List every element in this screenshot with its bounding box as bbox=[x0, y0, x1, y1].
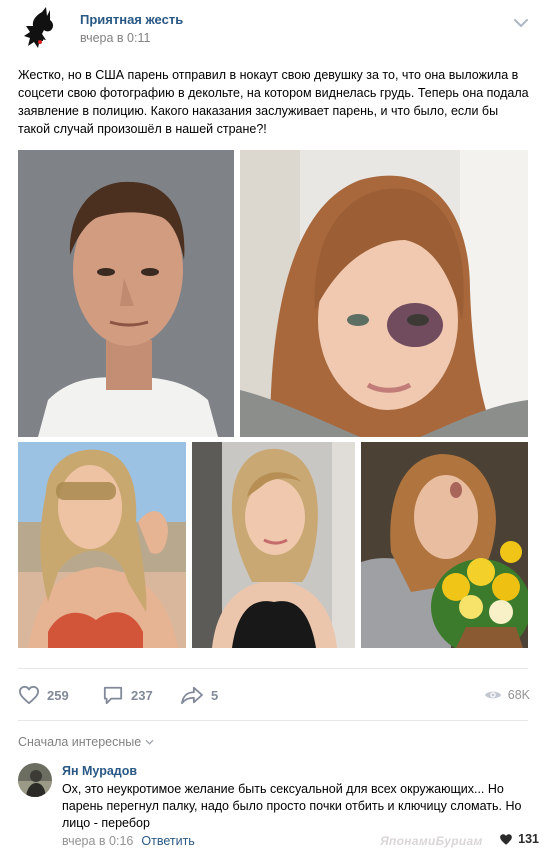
post-photo[interactable] bbox=[18, 150, 234, 437]
views-count: 68K bbox=[507, 688, 530, 702]
comment-like-count: 131 bbox=[518, 832, 539, 846]
divider bbox=[18, 720, 528, 721]
sort-label: Сначала интересные bbox=[18, 735, 142, 749]
share-icon bbox=[181, 686, 203, 705]
comment-like-button[interactable]: 131 bbox=[499, 832, 539, 846]
comment-time[interactable]: вчера в 0:16 bbox=[62, 834, 133, 848]
like-count: 259 bbox=[47, 687, 69, 703]
post-photo[interactable] bbox=[192, 442, 355, 648]
share-count: 5 bbox=[211, 687, 219, 703]
post-time[interactable]: вчера в 0:11 bbox=[80, 31, 150, 45]
eye-icon bbox=[484, 691, 501, 699]
community-avatar[interactable] bbox=[18, 6, 62, 50]
heart-icon bbox=[18, 685, 39, 705]
post-photo[interactable] bbox=[361, 442, 528, 648]
commenter-avatar[interactable] bbox=[18, 763, 52, 797]
comment-button[interactable]: 237 bbox=[102, 682, 153, 708]
watermark: ЯпонамиБуриам bbox=[380, 834, 483, 848]
chevron-down-icon[interactable] bbox=[513, 16, 529, 28]
post-text: Жестко, но в США парень отправил в нокау… bbox=[18, 68, 529, 136]
views-counter: 68K bbox=[484, 682, 530, 708]
comment-icon bbox=[103, 686, 123, 705]
share-button[interactable]: 5 bbox=[180, 682, 218, 708]
comments-sort-dropdown[interactable]: Сначала интересные bbox=[18, 735, 154, 749]
heart-icon bbox=[500, 833, 512, 845]
like-button[interactable]: 259 bbox=[18, 682, 69, 708]
divider bbox=[18, 668, 528, 669]
comment-text: Ох, это неукротимое желание быть сексуал… bbox=[62, 782, 522, 830]
comment-count: 237 bbox=[131, 687, 153, 703]
post-author[interactable]: Приятная жесть bbox=[80, 12, 183, 27]
comment-meta: вчера в 0:16 Ответить bbox=[62, 834, 195, 848]
comment-author[interactable]: Ян Мурадов bbox=[62, 764, 137, 778]
post-photo[interactable] bbox=[240, 150, 528, 437]
post-photo[interactable] bbox=[18, 442, 186, 648]
reply-button[interactable]: Ответить bbox=[141, 834, 194, 848]
chevron-down-icon bbox=[145, 739, 154, 745]
post-header: Приятная жесть вчера в 0:11 bbox=[18, 6, 533, 56]
post-actions: 259 237 5 68K bbox=[18, 680, 530, 710]
